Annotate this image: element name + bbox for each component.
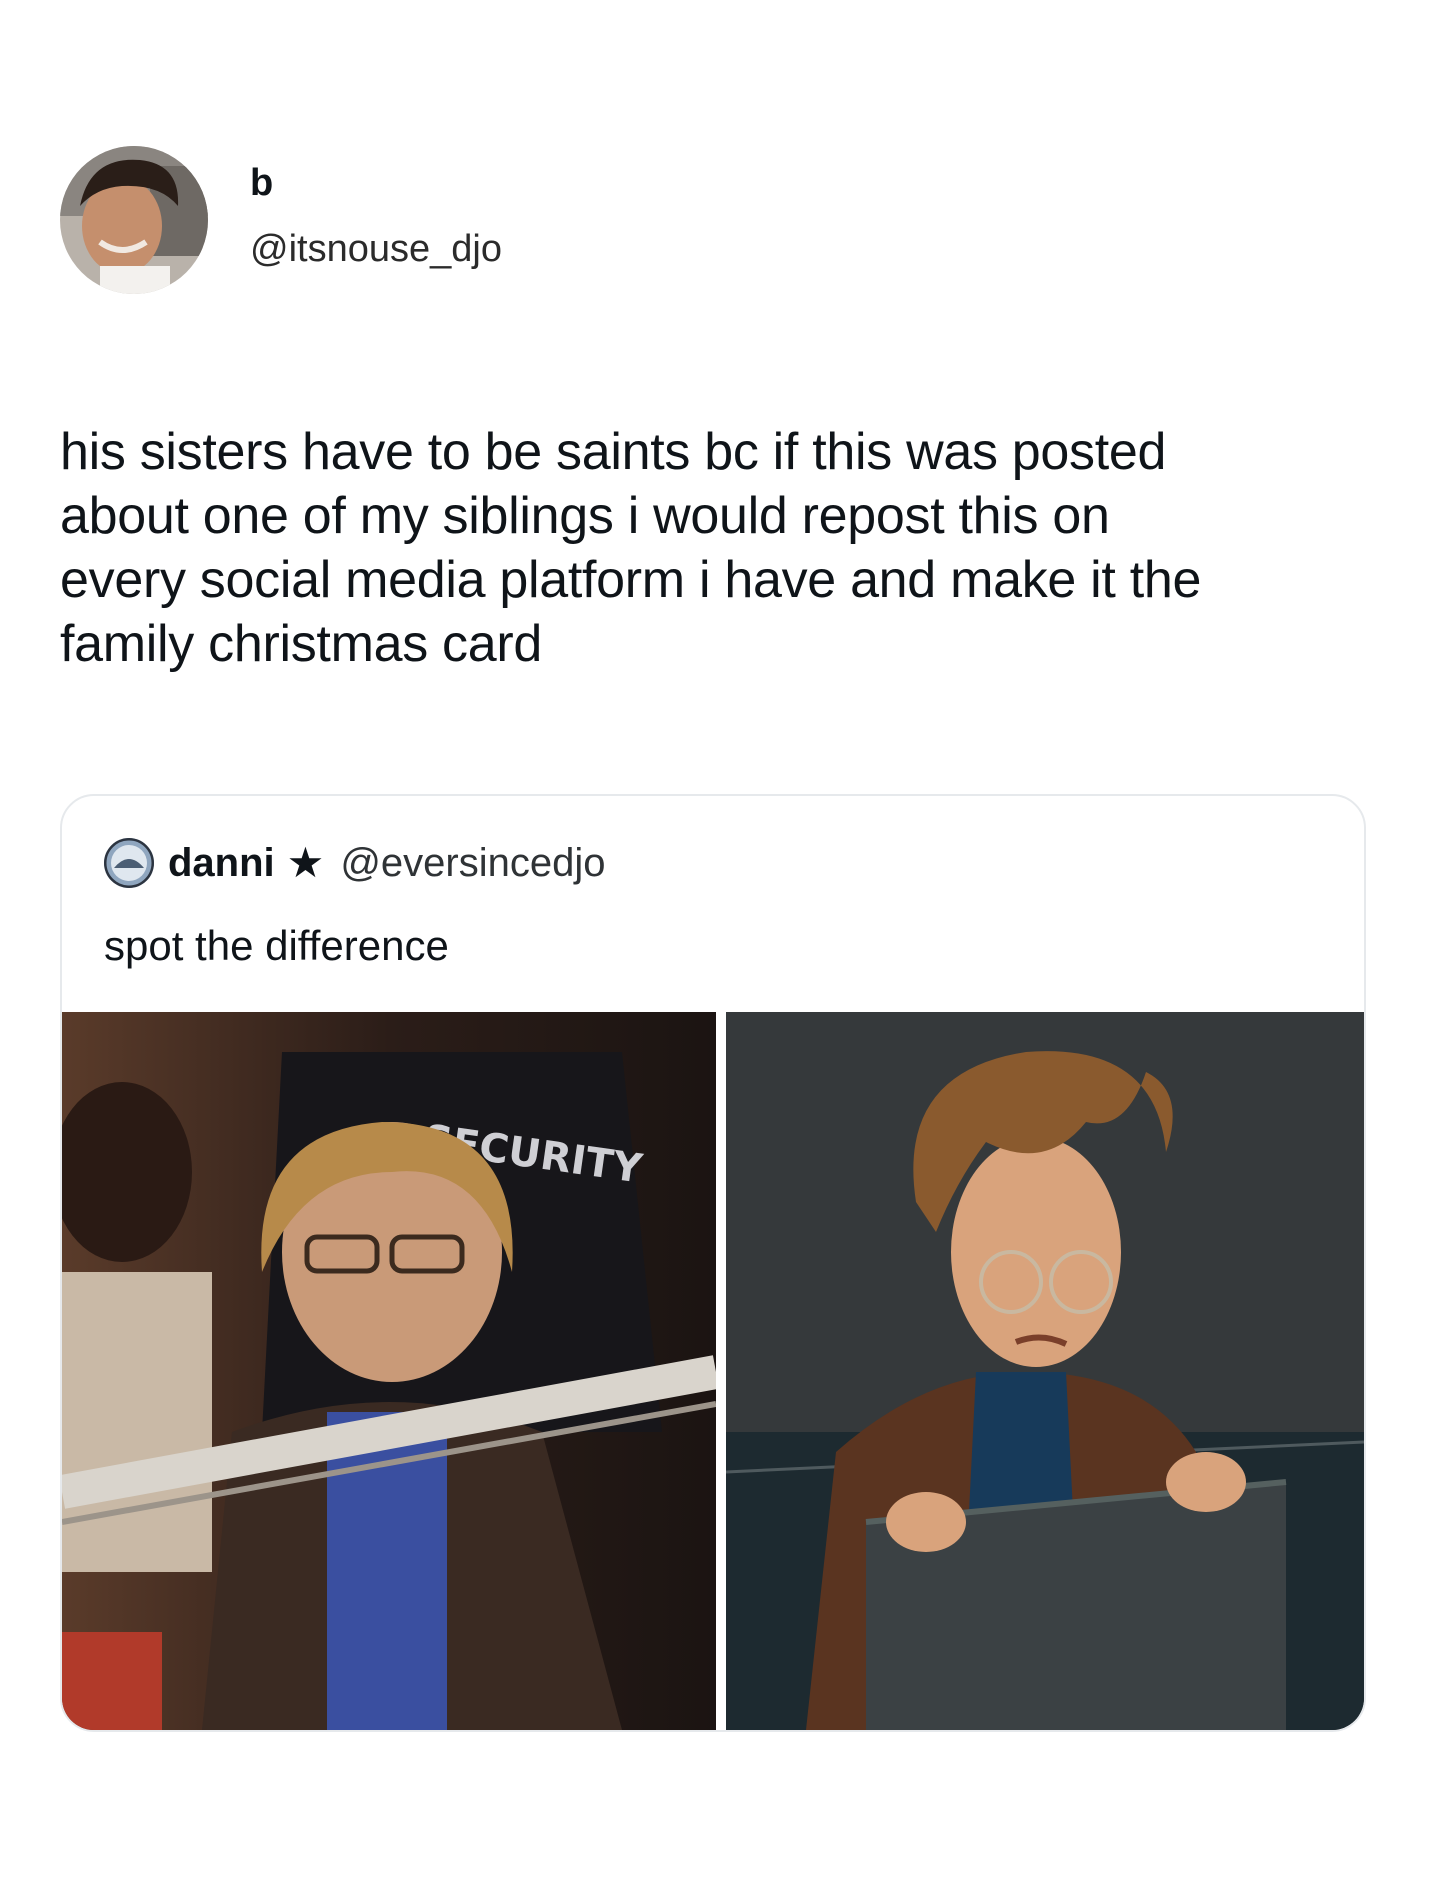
avatar-photo-icon [104, 838, 154, 888]
quoted-author-avatar[interactable] [104, 838, 154, 888]
author-avatar[interactable] [60, 146, 208, 294]
author-display-name[interactable]: b [250, 161, 502, 205]
author-block: b @itsnouse_djo [250, 146, 502, 294]
media-divider [716, 1012, 726, 1730]
author-handle[interactable]: @itsnouse_djo [250, 227, 502, 271]
tweet-text: his sisters have to be saints bc if this… [60, 423, 1202, 673]
quoted-tweet-header: danni ★ @eversincedjo [104, 838, 606, 888]
quoted-tweet-text: spot the difference [104, 922, 449, 969]
tweet-header: b @itsnouse_djo [60, 146, 502, 294]
avatar-photo-icon [60, 146, 208, 294]
quoted-author-display-name[interactable]: danni [168, 838, 275, 888]
photo-image-icon: SECURITY [62, 1012, 716, 1730]
quoted-tweet-card[interactable]: danni ★ @eversincedjo spot the differenc… [60, 794, 1366, 1732]
media-photo-left[interactable]: SECURITY [62, 1012, 716, 1730]
animation-still-icon [726, 1012, 1364, 1730]
quoted-media-grid: SECURITY [62, 1012, 1364, 1730]
star-icon: ★ [286, 839, 325, 886]
media-photo-right[interactable] [726, 1012, 1364, 1730]
quoted-author-handle[interactable]: @eversincedjo [340, 838, 605, 888]
